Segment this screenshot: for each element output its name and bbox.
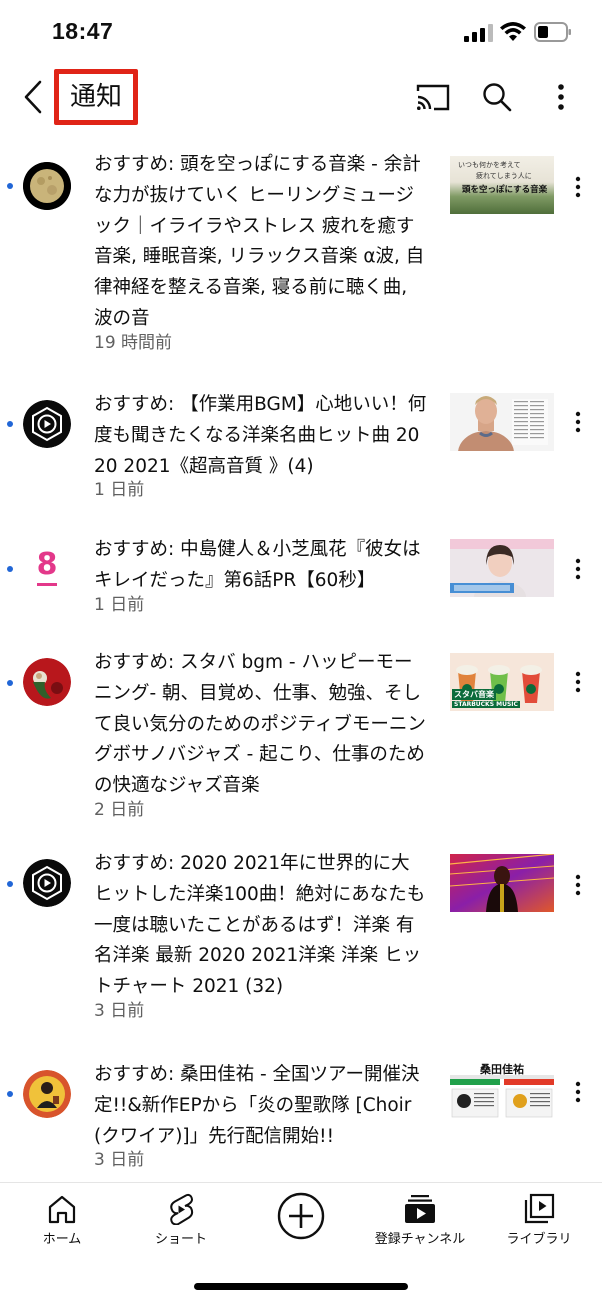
home-icon <box>48 1195 76 1224</box>
channel-avatar[interactable] <box>23 1070 71 1118</box>
battery-icon <box>534 22 571 42</box>
create-plus-icon[interactable] <box>277 1192 325 1240</box>
back-arrow-icon[interactable] <box>20 79 46 115</box>
page-title: 通知 <box>54 69 138 125</box>
notification-item[interactable]: おすすめ: 【作業用BGM】心地いい！何度も聞きたくなる洋楽名曲ヒット曲 202… <box>0 390 602 505</box>
thumbnail-caption-line-1: いつも何かを考えて <box>458 161 521 169</box>
notification-text: おすすめ: 【作業用BGM】心地いい！何度も聞きたくなる洋楽名曲ヒット曲 202… <box>94 394 427 477</box>
notification-time: 3 日前 <box>94 1000 145 1021</box>
unread-dot <box>7 566 13 572</box>
notification-text: おすすめ: 2020 2021年に世界的に大ヒットした洋楽100曲！絶対にあなた… <box>94 853 426 998</box>
item-more-options-icon[interactable] <box>568 1080 588 1104</box>
notification-time: 1 日前 <box>94 594 145 615</box>
cellular-signal-icon <box>464 24 493 42</box>
thumbnail-caption-line-1: スタバ音楽 <box>452 689 496 700</box>
item-more-options-icon[interactable] <box>568 175 588 199</box>
notification-time: 19 時間前 <box>94 332 173 353</box>
status-bar: 18:47 <box>0 0 602 66</box>
channel-avatar[interactable] <box>23 400 71 448</box>
notification-body: おすすめ: 2020 2021年に世界的に大ヒットした洋楽100曲！絶対にあなた… <box>94 849 428 1021</box>
more-options-icon[interactable] <box>550 80 572 114</box>
notification-body: おすすめ: 桑田佳祐 - 全国ツアー開催決定!!&新作EPから「炎の聖歌隊 [C… <box>94 1060 428 1170</box>
status-time: 18:47 <box>52 18 114 44</box>
unread-dot <box>7 881 13 887</box>
channel-avatar[interactable] <box>23 162 71 210</box>
nav-library[interactable]: ライブラリ <box>484 1183 594 1253</box>
notification-time: 1 日前 <box>94 480 145 501</box>
thumbnail-caption-line-2: STARBUCKS MUSIC <box>452 701 520 708</box>
notification-body: おすすめ: 頭を空っぽにする音楽 - 余計な力が抜けていく ヒーリングミュージッ… <box>94 150 428 353</box>
subscriptions-icon <box>405 1195 435 1223</box>
avatar-logo-underline <box>37 583 57 586</box>
item-more-options-icon[interactable] <box>568 410 588 434</box>
notification-text: おすすめ: 頭を空っぽにする音楽 - 余計な力が抜けていく ヒーリングミュージッ… <box>94 154 425 329</box>
thumbnail-caption-line-3: 頭を空っぽにする音楽 <box>462 185 548 195</box>
nav-home[interactable]: ホーム <box>7 1183 117 1253</box>
unread-dot <box>7 183 13 189</box>
channel-avatar[interactable] <box>23 859 71 907</box>
notification-body: おすすめ: スタバ bgm - ハッピーモーニング- 朝、目覚め、仕事、勉強、そ… <box>94 648 428 820</box>
cast-icon[interactable] <box>416 83 450 111</box>
video-thumbnail[interactable] <box>450 393 554 451</box>
thumbnail-caption-line-2: 疲れてしまう人に <box>476 172 532 180</box>
nav-label-shorts: ショート <box>154 1232 207 1247</box>
video-thumbnail[interactable]: 桑田佳祐 <box>450 1063 554 1121</box>
item-more-options-icon[interactable] <box>568 670 588 694</box>
nav-label-subscriptions: 登録チャンネル <box>374 1232 466 1247</box>
notification-time: 3 日前 <box>94 1150 145 1171</box>
unread-dot <box>7 1091 13 1097</box>
library-icon <box>524 1193 555 1224</box>
notification-item[interactable]: 8 おすすめ: 中島健人＆小芝風花『彼女はキレイだった』第6話PR【60秒】 1… <box>0 535 602 620</box>
unread-dot <box>7 421 13 427</box>
home-indicator <box>194 1283 408 1290</box>
notification-item[interactable]: おすすめ: スタバ bgm - ハッピーモーニング- 朝、目覚め、仕事、勉強、そ… <box>0 648 602 823</box>
channel-avatar[interactable] <box>23 658 71 706</box>
notification-item[interactable]: おすすめ: 頭を空っぽにする音楽 - 余計な力が抜けていく ヒーリングミュージッ… <box>0 150 602 365</box>
video-thumbnail[interactable] <box>450 854 554 912</box>
video-thumbnail[interactable]: いつも何かを考えて 疲れてしまう人に 頭を空っぽにする音楽 <box>450 156 554 214</box>
notification-item[interactable]: おすすめ: 桑田佳祐 - 全国ツアー開催決定!!&新作EPから「炎の聖歌隊 [C… <box>0 1060 602 1175</box>
notification-body: おすすめ: 中島健人＆小芝風花『彼女はキレイだった』第6話PR【60秒】 1 日… <box>94 535 428 615</box>
notification-text: おすすめ: スタバ bgm - ハッピーモーニング- 朝、目覚め、仕事、勉強、そ… <box>94 652 426 797</box>
thumbnail-caption-line-1: 桑田佳祐 <box>480 1063 524 1076</box>
unread-dot <box>7 680 13 686</box>
item-more-options-icon[interactable] <box>568 873 588 897</box>
avatar-logo-text: 8 <box>36 547 58 582</box>
notification-text: おすすめ: 中島健人＆小芝風花『彼女はキレイだった』第6話PR【60秒】 <box>94 539 421 591</box>
video-thumbnail[interactable]: スタバ音楽 STARBUCKS MUSIC <box>450 653 554 711</box>
nav-label-library: ライブラリ <box>506 1232 572 1247</box>
shorts-icon <box>170 1193 194 1225</box>
notification-body: おすすめ: 【作業用BGM】心地いい！何度も聞きたくなる洋楽名曲ヒット曲 202… <box>94 390 428 500</box>
notification-item[interactable]: おすすめ: 2020 2021年に世界的に大ヒットした洋楽100曲！絶対にあなた… <box>0 849 602 1029</box>
item-more-options-icon[interactable] <box>568 557 588 581</box>
nav-shorts[interactable]: ショート <box>126 1183 236 1253</box>
nav-subscriptions[interactable]: 登録チャンネル <box>365 1183 475 1253</box>
nav-label-home: ホーム <box>42 1232 82 1247</box>
notification-time: 2 日前 <box>94 799 145 820</box>
channel-avatar[interactable]: 8 <box>23 543 71 591</box>
search-icon[interactable] <box>482 82 512 112</box>
app-header: 通知 <box>0 66 602 128</box>
notification-text: おすすめ: 桑田佳祐 - 全国ツアー開催決定!!&新作EPから「炎の聖歌隊 [C… <box>94 1064 420 1147</box>
video-thumbnail[interactable] <box>450 539 554 597</box>
wifi-icon <box>500 22 526 41</box>
